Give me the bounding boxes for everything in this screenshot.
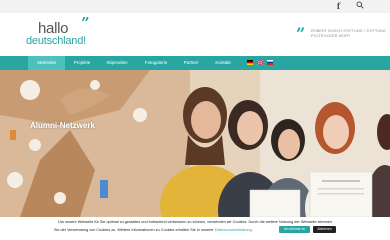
cookie-banner: Um unsere Webseite für Sie optimal zu ge…: [0, 217, 390, 240]
site-logo[interactable]: hallo deutschland! ”: [26, 16, 90, 55]
cookie-text-line1: Um unsere Webseite für Sie optimal zu ge…: [57, 220, 332, 224]
hero-photo: [0, 70, 390, 217]
nav-item-label: Kontakt: [215, 60, 231, 65]
cookie-text-line2: Sie der Verwendung von Cookies zu. Weite…: [54, 227, 253, 233]
privacy-policy-link[interactable]: Datenschutzerklärung.: [215, 228, 253, 232]
nav-item-label: Stipendien: [106, 60, 128, 65]
decline-cookies-button[interactable]: Ablehnen: [313, 226, 336, 233]
sponsor-text: ROBERT BOSCH STIFTUNG / STIFTUNG POLTROC…: [311, 29, 386, 38]
nav-item-label: Projekte: [73, 60, 91, 65]
nav-item-partner[interactable]: Partner: [176, 56, 206, 70]
main-navigation: Startseite Projekte Stipendien Fotogaler…: [0, 56, 390, 70]
flag-de-icon[interactable]: [247, 60, 253, 65]
nav-item-label: Partner: [183, 60, 199, 65]
accept-cookies-button[interactable]: Ich stimme zu: [279, 226, 310, 233]
nav-item-startseite[interactable]: Startseite: [28, 56, 65, 70]
nav-item-kontakt[interactable]: Kontakt: [207, 56, 239, 70]
nav-item-projekte[interactable]: Projekte: [65, 56, 99, 70]
flag-ru-icon[interactable]: [267, 60, 273, 65]
nav-item-fotogalerie[interactable]: Fotogalerie: [136, 56, 176, 70]
hero-banner: Alumni-Netzwerk: [0, 70, 390, 217]
logo-quote-mark: ”: [81, 14, 90, 32]
search-icon[interactable]: [354, 1, 365, 12]
sponsor-quote-mark: ”: [296, 24, 306, 43]
nav-item-stipendien[interactable]: Stipendien: [99, 56, 135, 70]
top-bar: f: [0, 0, 390, 13]
logo-text-deutschland: deutschland!: [26, 35, 86, 47]
cookie-text: Sie der Verwendung von Cookies zu. Weite…: [54, 228, 214, 232]
flag-en-icon[interactable]: [257, 60, 263, 65]
logo-text-hallo: hallo: [38, 20, 69, 37]
sponsor-logo[interactable]: ” ROBERT BOSCH STIFTUNG / STIFTUNG POLTR…: [296, 24, 386, 47]
hero-title: Alumni-Netzwerk: [30, 121, 95, 130]
facebook-icon[interactable]: f: [333, 1, 344, 12]
nav-item-label: Startseite: [36, 60, 56, 65]
nav-item-label: Fotogalerie: [144, 60, 168, 65]
site-header: hallo deutschland! ” ” ROBERT BOSCH STIF…: [0, 13, 390, 56]
